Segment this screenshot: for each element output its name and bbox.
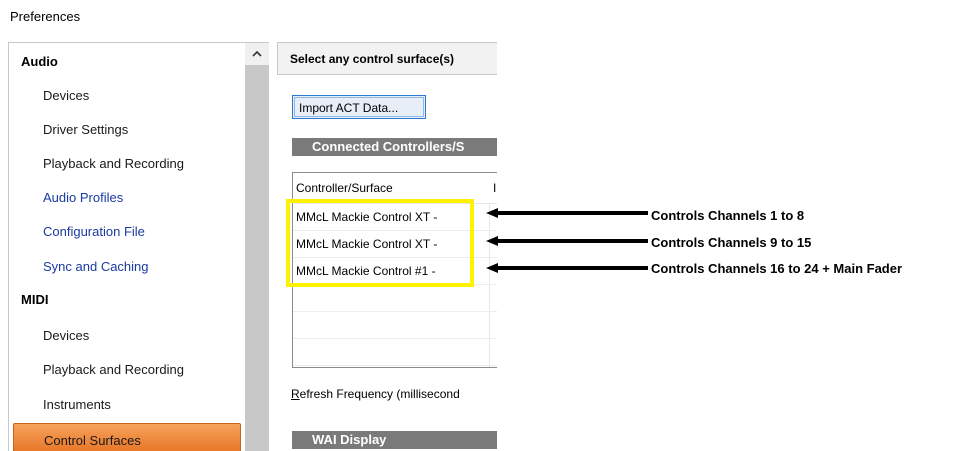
arrow-left-icon <box>486 263 648 273</box>
controller-name: MMcL Mackie Control #1 - <box>296 264 436 278</box>
nav-item-driver-settings[interactable]: Driver Settings <box>9 113 241 147</box>
controller-name: MMcL Mackie Control XT - <box>296 210 438 224</box>
window-title: Preferences <box>10 9 81 24</box>
refresh-frequency-label: Refresh Frequency (millisecond <box>291 387 460 401</box>
refresh-label-text: efresh Frequency (millisecond <box>299 387 460 401</box>
nav-item-control-surfaces[interactable]: Control Surfaces <box>13 423 241 451</box>
controller-name: MMcL Mackie Control XT - <box>296 237 438 251</box>
nav-scrollbar[interactable] <box>245 43 269 451</box>
list-row[interactable]: MMcL Mackie Control XT - <box>293 204 497 231</box>
nav-item-audio-profiles[interactable]: Audio Profiles <box>9 181 241 215</box>
connected-controllers-section: Connected Controllers/S <box>292 138 497 156</box>
nav-header-midi[interactable]: MIDI <box>9 283 241 317</box>
nav-header-audio[interactable]: Audio <box>9 45 241 79</box>
controllers-list[interactable]: Controller/Surface I MMcL Mackie Control… <box>292 172 497 368</box>
list-row-empty <box>293 312 497 339</box>
nav-item-configuration-file[interactable]: Configuration File <box>9 215 241 249</box>
annotation-channels-1-8: Controls Channels 1 to 8 <box>651 208 805 223</box>
chevron-up-icon[interactable] <box>245 43 269 65</box>
arrow-left-icon <box>486 236 648 246</box>
nav-item-sync-caching[interactable]: Sync and Caching <box>9 250 241 284</box>
nav-item-midi-playback-recording[interactable]: Playback and Recording <box>9 353 241 387</box>
list-row-empty <box>293 339 497 366</box>
arrow-left-icon <box>486 208 648 218</box>
column-controller-surface[interactable]: Controller/Surface <box>296 173 393 203</box>
nav-item-audio-devices[interactable]: Devices <box>9 79 241 113</box>
import-act-data-button[interactable]: Import ACT Data... <box>292 95 426 119</box>
panel-header: Select any control surface(s) <box>277 42 497 75</box>
list-row[interactable]: MMcL Mackie Control XT - <box>293 231 497 258</box>
list-header: Controller/Surface I <box>293 173 497 204</box>
annotation-channels-9-15: Controls Channels 9 to 15 <box>651 235 812 250</box>
control-surfaces-panel: Select any control surface(s) Import ACT… <box>277 42 497 450</box>
nav-item-instruments[interactable]: Instruments <box>9 388 241 422</box>
nav-item-audio-playback-recording[interactable]: Playback and Recording <box>9 147 241 181</box>
list-row-empty <box>293 285 497 312</box>
wai-display-section: WAI Display <box>292 431 497 449</box>
list-row[interactable]: MMcL Mackie Control #1 - <box>293 258 497 285</box>
nav-item-midi-devices[interactable]: Devices <box>9 319 241 353</box>
preferences-nav-panel: Audio Devices Driver Settings Playback a… <box>8 42 269 451</box>
refresh-accelerator: R <box>291 387 300 401</box>
column-second[interactable]: I <box>493 173 496 203</box>
annotation-channels-16-24: Controls Channels 16 to 24 + Main Fader <box>651 261 903 276</box>
